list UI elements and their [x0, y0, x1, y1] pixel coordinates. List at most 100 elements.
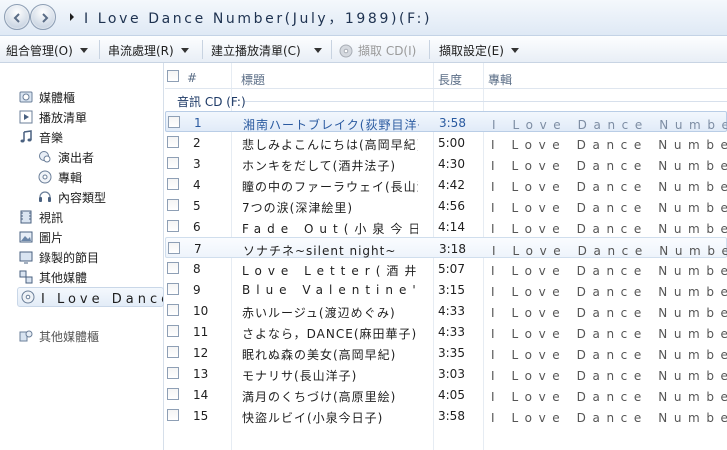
table-row[interactable]: 15 快盜ルビイ(小泉今日子) 3:58 I Love Dance Number(Ju…: [165, 405, 727, 426]
track-album: I Love Dance Number(July，1989): [491, 327, 727, 341]
select-all-checkbox[interactable]: [167, 70, 179, 85]
track-number: 1: [194, 116, 202, 130]
other-media-icon: [19, 270, 33, 284]
track-album: I Love Dance Number(July，1989): [491, 411, 727, 425]
table-row[interactable]: 8 Love Letter(酒井法子) 5:07 I Love Dance Numbe…: [165, 258, 727, 279]
table-row[interactable]: 5 7つの涙(深津絵里) 4:56 I Love Dance Number(July，…: [165, 195, 727, 216]
nav-item-other-media[interactable]: 其他媒體: [19, 267, 87, 287]
track-title: 快盜ルビイ(小泉今日子): [242, 411, 384, 425]
table-row[interactable]: 14 満月のくちづけ(高原里絵) 4:05 I Love Dance Number(J…: [165, 384, 727, 405]
track-number: 10: [193, 304, 209, 318]
track-checkbox[interactable]: [167, 388, 179, 400]
nav-item-genre[interactable]: 內容類型: [38, 187, 106, 207]
toolbar-divider: [429, 40, 430, 59]
track-title: ソナチネ~silent night~: [243, 244, 397, 258]
column-header-title[interactable]: 標題: [241, 71, 265, 88]
library-icon: [19, 91, 33, 103]
track-checkbox[interactable]: [167, 283, 179, 295]
track-length: 3:18: [439, 242, 466, 256]
nav-item-playlists[interactable]: 播放清單: [19, 107, 87, 127]
track-length: 3:58: [439, 116, 466, 130]
table-row[interactable]: 3 ホンキをだして(酒井法子) 4:30 I Love Dance Number(Ju…: [165, 153, 727, 174]
nav-item-recorded-tv[interactable]: 錄製的節目: [19, 247, 99, 267]
track-checkbox[interactable]: [167, 178, 179, 190]
nav-item-cd-drive[interactable]: I Love Dance Number(July，1989)(F:): [17, 287, 164, 307]
track-album: I Love Dance Number(July，1989): [491, 222, 727, 236]
track-checkbox[interactable]: [167, 409, 179, 421]
table-row[interactable]: 4 瞳の中のファーラウェイ(長山洋子) 4:42 I Love Dance Numbe…: [165, 174, 727, 195]
create-playlist-menu[interactable]: 建立播放清單(C): [211, 42, 322, 59]
genre-icon: [39, 191, 51, 202]
toolbar-divider: [331, 40, 332, 59]
playlist-icon: [19, 110, 33, 124]
track-title: 眠れぬ森の美女(高岡早紀): [242, 348, 397, 362]
table-row[interactable]: 1 湘南ハートブレイク(荻野目洋子) 3:58 I Love Dance Number…: [165, 111, 727, 132]
toolbar-divider: [99, 40, 100, 59]
forward-button[interactable]: [30, 4, 56, 30]
column-header-number[interactable]: #: [187, 71, 197, 85]
nav-label: 專輯: [58, 170, 83, 185]
track-checkbox[interactable]: [167, 346, 179, 358]
track-checkbox[interactable]: [167, 367, 179, 379]
track-checkbox[interactable]: [167, 304, 179, 316]
track-album: I Love Dance Number(July，1989): [492, 118, 727, 132]
track-album: I Love Dance Number(July，1989): [491, 348, 727, 362]
track-number: 6: [193, 220, 201, 234]
table-row[interactable]: 10 赤いルージュ(渡辺めぐみ) 4:33 I Love Dance Number(J…: [165, 300, 727, 321]
nav-label: 錄製的節目: [39, 250, 100, 265]
track-album: I Love Dance Number(July，1989): [492, 244, 727, 258]
nav-item-other-libraries[interactable]: 其他媒體櫃: [19, 326, 99, 346]
track-album: I Love Dance Number(July，1989): [491, 264, 727, 278]
track-checkbox[interactable]: [167, 136, 179, 148]
nav-label: 其他媒體櫃: [39, 329, 100, 344]
rip-settings-menu[interactable]: 擷取設定(E): [439, 42, 519, 59]
track-length: 4:14: [438, 220, 465, 234]
track-checkbox[interactable]: [167, 262, 179, 274]
nav-item-artist[interactable]: 演出者: [38, 147, 94, 167]
nav-item-album[interactable]: 專輯: [38, 167, 82, 187]
track-checkbox[interactable]: [167, 220, 179, 232]
track-number: 2: [193, 136, 201, 150]
track-title: 7つの涙(深津絵里): [242, 201, 353, 215]
track-title: 満月のくちづけ(高原里絵): [242, 390, 397, 404]
stream-menu[interactable]: 串流處理(R): [108, 42, 189, 59]
breadcrumb-chevron-icon[interactable]: [68, 10, 76, 24]
nav-label: 視訊: [39, 210, 64, 225]
track-title: Love Letter(酒井法子): [242, 264, 418, 278]
nav-item-pictures[interactable]: 圖片: [19, 227, 63, 247]
track-title: ホンキをだして(酒井法子): [242, 159, 397, 173]
artist-icon: [39, 151, 51, 163]
rip-cd-button[interactable]: 擷取 CD(I): [339, 42, 416, 59]
table-row[interactable]: 9 Blue Valentine's Day 3:15 I Love Dance Nu…: [165, 279, 727, 300]
track-length: 3:35: [438, 346, 465, 360]
track-checkbox[interactable]: [168, 242, 180, 254]
track-checkbox[interactable]: [167, 157, 179, 169]
track-length: 4:05: [438, 388, 465, 402]
toolbar: 組合管理(O) 串流處理(R) 建立播放清單(C) 擷取 CD(I) 擷取設定(…: [0, 36, 727, 63]
nav-label: 圖片: [39, 230, 64, 245]
nav-item-library[interactable]: 媒體櫃: [19, 87, 75, 107]
nav-label: 媒體櫃: [39, 90, 76, 105]
other-libraries-icon: [19, 330, 33, 342]
track-checkbox[interactable]: [168, 116, 180, 128]
tv-icon: [19, 251, 33, 264]
table-row[interactable]: 13 モナリサ(長山洋子) 3:03 I Love Dance Number(July…: [165, 363, 727, 384]
table-row[interactable]: 11 さよなら，DANCE(麻田華子) 4:33 I Love Dance Numbe…: [165, 321, 727, 342]
breadcrumb-title[interactable]: I Love Dance Number(July，1989)(F:): [84, 8, 432, 28]
back-button[interactable]: [4, 4, 30, 30]
track-checkbox[interactable]: [167, 325, 179, 337]
table-row[interactable]: 2 悲しみよこんにちは(高岡早紀) 5:00 I Love Dance Number(…: [165, 132, 727, 153]
table-row[interactable]: 12 眠れぬ森の美女(高岡早紀) 3:35 I Love Dance Number(J…: [165, 342, 727, 363]
nav-item-music[interactable]: 音樂: [19, 127, 63, 147]
nav-label: 演出者: [58, 150, 95, 165]
organize-menu[interactable]: 組合管理(O): [6, 42, 88, 59]
column-header-length[interactable]: 長度: [438, 71, 462, 88]
track-checkbox[interactable]: [167, 199, 179, 211]
nav-label: I Love Dance Number(July，1989)(F:): [41, 291, 163, 307]
table-row[interactable]: 6 Fade Out(小泉今日子) 4:14 I Love Dance Number(…: [165, 216, 727, 237]
track-album: I Love Dance Number(July，1989): [491, 390, 727, 404]
table-row[interactable]: 7 ソナチネ~silent night~ 3:18 I Love Dance Numb…: [165, 237, 727, 258]
nav-item-videos[interactable]: 視訊: [19, 207, 63, 227]
rip-cd-icon: [339, 44, 353, 57]
column-header-album[interactable]: 專輯: [488, 71, 512, 88]
